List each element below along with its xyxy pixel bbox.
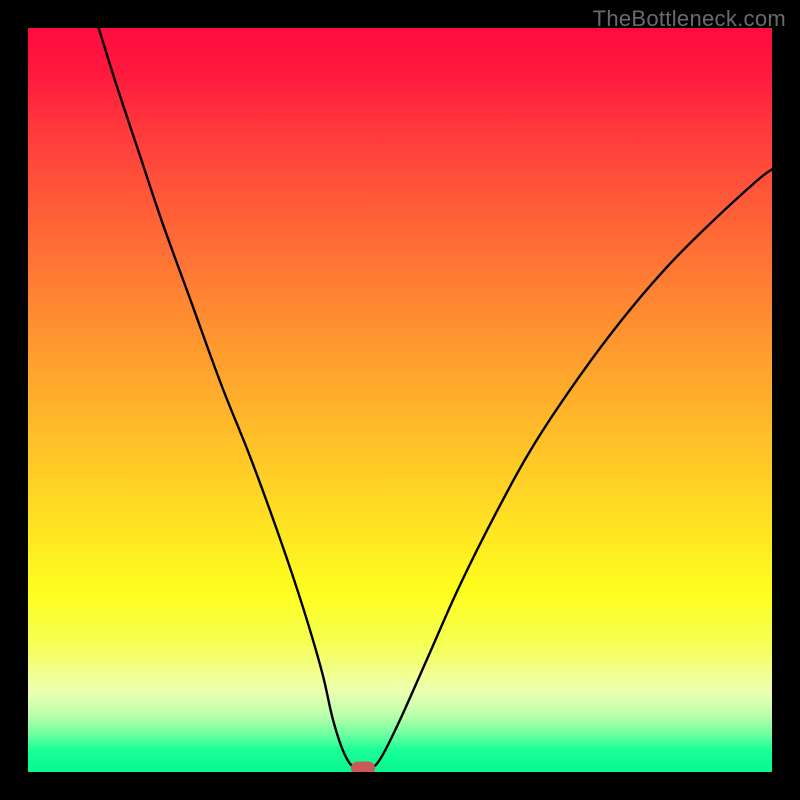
- bottleneck-curve: [99, 28, 772, 770]
- plot-area: [28, 28, 772, 772]
- optimal-marker: [351, 762, 375, 772]
- chart-svg: [28, 28, 772, 772]
- watermark-text: TheBottleneck.com: [593, 6, 786, 32]
